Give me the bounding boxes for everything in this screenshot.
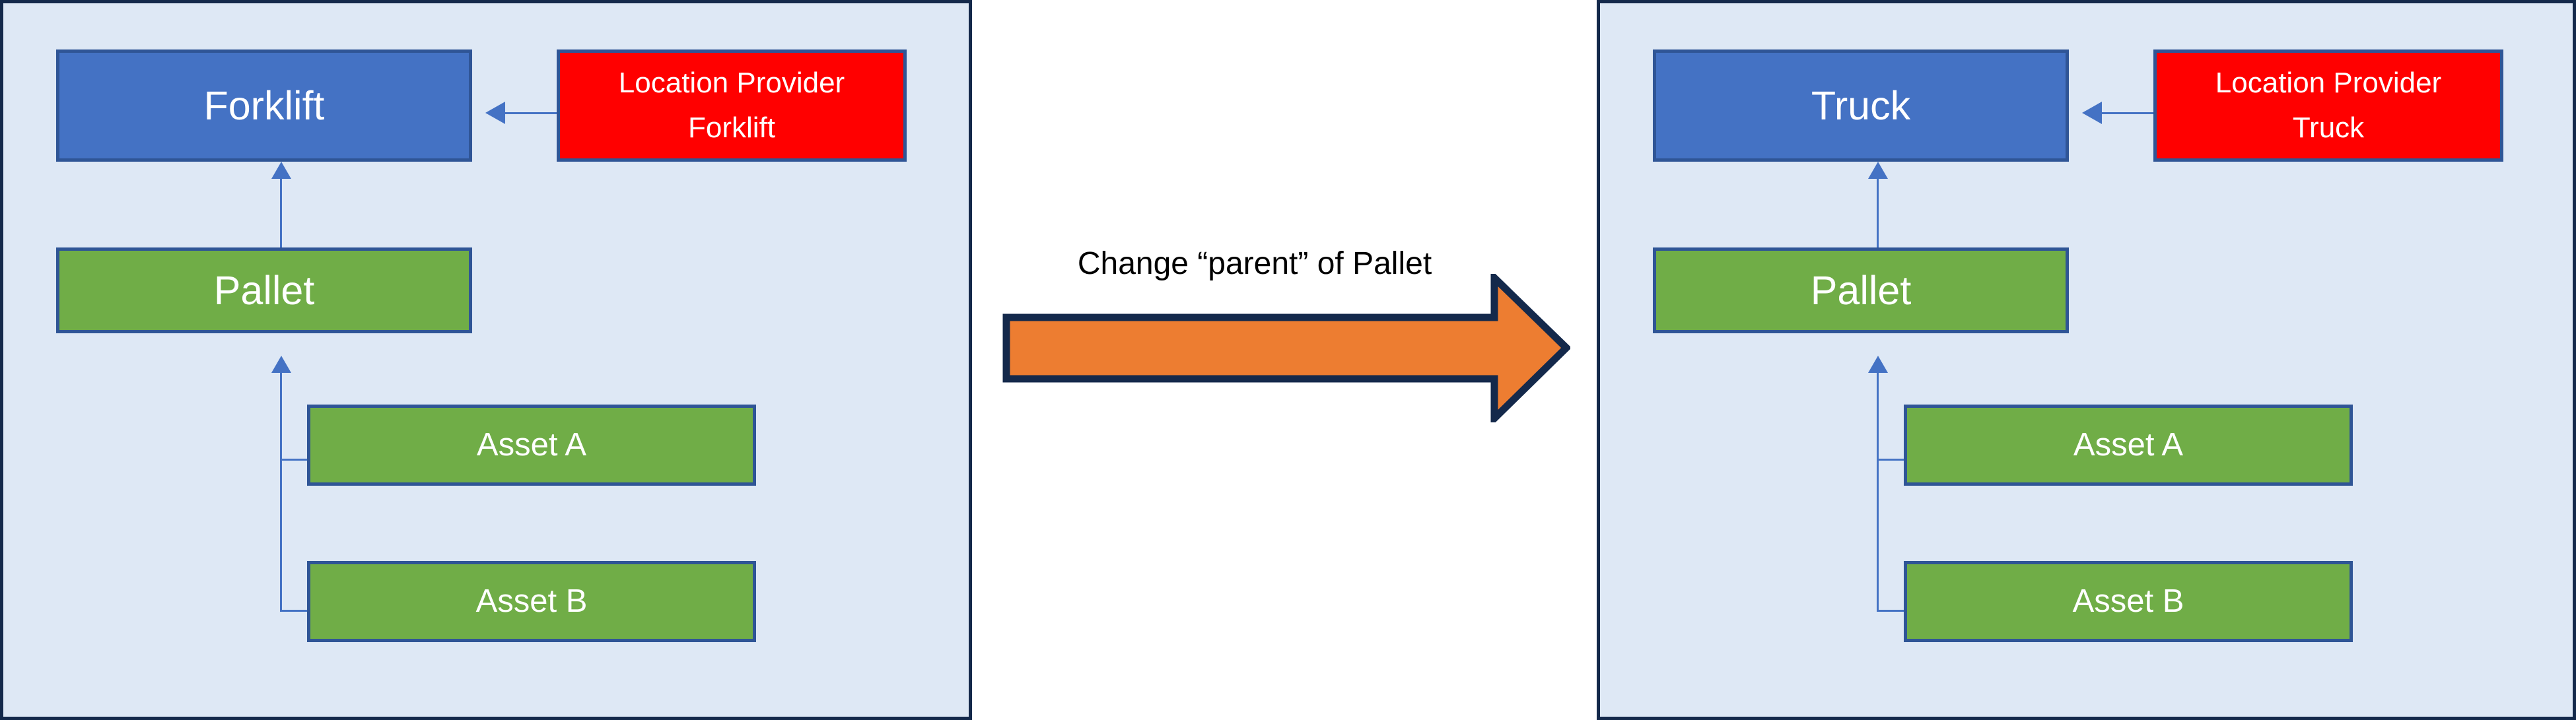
connector-assets-spine-before [280,373,282,612]
before-state-panel: Forklift Location Provider Forklift Pall… [0,0,972,720]
connector-provider-to-vehicle-after [2102,112,2156,114]
connector-asset-a-stub-after [1877,459,1905,461]
arrowhead-pallet-to-vehicle-after [1868,162,1888,179]
node-asset-a-before[interactable]: Asset A [307,405,756,486]
node-pallet-before[interactable]: Pallet [56,247,472,333]
node-asset-b-before-label: Asset B [475,583,588,620]
node-pallet-after[interactable]: Pallet [1653,247,2069,333]
connector-asset-b-stub-before [280,610,308,612]
node-asset-b-after[interactable]: Asset B [1904,561,2353,642]
connector-assets-spine-after [1877,373,1879,612]
connector-provider-to-vehicle-before [505,112,559,114]
connector-pallet-to-vehicle-before [280,179,282,247]
node-asset-a-after-label: Asset A [2073,427,2184,463]
node-location-provider-before[interactable]: Location Provider Forklift [557,49,907,162]
node-location-provider-before-label-line2: Forklift [688,112,775,144]
after-state-panel: Truck Location Provider Truck Pallet Ass… [1597,0,2576,720]
node-pallet-before-label: Pallet [213,267,315,313]
node-asset-b-after-label: Asset B [2072,583,2184,620]
transition-caption: Change “parent” of Pallet [1077,246,1432,281]
transition-arrow-icon [1002,274,1570,422]
node-vehicle-before-label: Forklift [203,82,325,128]
node-location-provider-after[interactable]: Location Provider Truck [2153,49,2503,162]
node-location-provider-after-label-line1: Location Provider [2215,66,2442,99]
node-asset-a-after[interactable]: Asset A [1904,405,2353,486]
node-vehicle-after-label: Truck [1811,82,1911,128]
arrowhead-assets-to-pallet-after [1868,356,1888,373]
node-vehicle-after[interactable]: Truck [1653,49,2069,162]
connector-pallet-to-vehicle-after [1877,179,1879,247]
node-asset-b-before[interactable]: Asset B [307,561,756,642]
arrowhead-provider-to-vehicle-before [485,102,505,124]
arrowhead-assets-to-pallet-before [271,356,291,373]
arrowhead-pallet-to-vehicle-before [271,162,291,179]
arrowhead-provider-to-vehicle-after [2082,102,2102,124]
node-asset-a-before-label: Asset A [476,427,587,463]
node-location-provider-after-label-line2: Truck [2292,112,2365,144]
node-vehicle-before[interactable]: Forklift [56,49,472,162]
node-pallet-after-label: Pallet [1810,267,1912,313]
node-location-provider-before-label-line1: Location Provider [618,66,845,99]
connector-asset-a-stub-before [280,459,308,461]
connector-asset-b-stub-after [1877,610,1905,612]
